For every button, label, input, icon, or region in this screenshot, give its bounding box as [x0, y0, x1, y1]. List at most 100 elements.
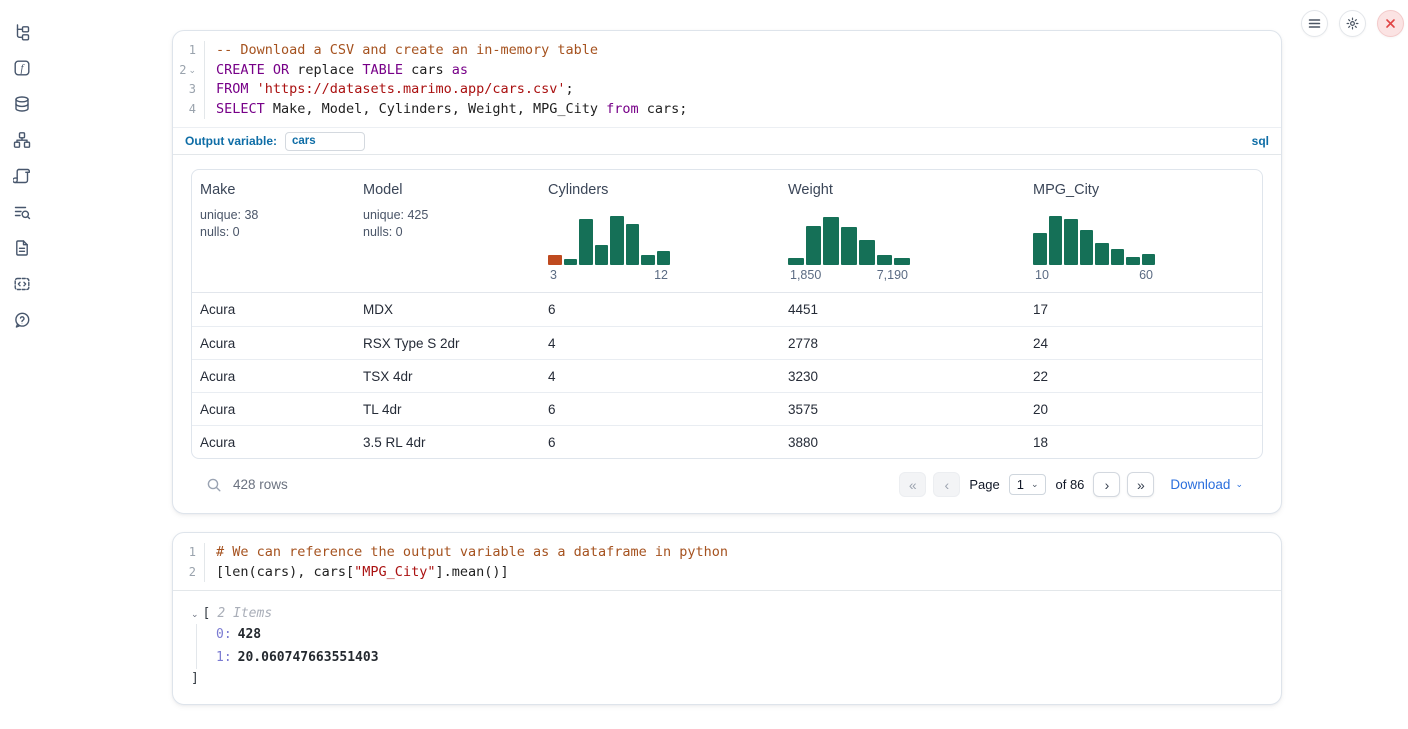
list-item: 0:428	[216, 624, 1265, 647]
python-cell: 1# We can reference the output variable …	[172, 532, 1282, 705]
histogram-bar	[626, 224, 640, 265]
closing-bracket: ]	[191, 669, 1265, 688]
column-header-make[interactable]: Make unique: 38 nulls: 0	[192, 170, 355, 292]
table-row[interactable]: AcuraTL 4dr6357520	[192, 392, 1262, 425]
help-icon[interactable]	[13, 311, 31, 329]
table-cell: Acura	[192, 435, 355, 450]
histogram-bar	[1095, 243, 1109, 265]
sql-code-editor[interactable]: 1-- Download a CSV and create an in-memo…	[173, 31, 1281, 127]
column-histogram: 1,8507,190	[788, 213, 910, 282]
menu-icon[interactable]	[1301, 10, 1328, 37]
histogram-bar	[579, 219, 593, 265]
table-row[interactable]: Acura3.5 RL 4dr6388018	[192, 425, 1262, 458]
code-line[interactable]: 3FROM 'https://datasets.marimo.app/cars.…	[173, 80, 1281, 100]
documentation-icon[interactable]	[13, 239, 31, 257]
code-text: # We can reference the output variable a…	[205, 543, 728, 563]
last-page-button[interactable]: »	[1127, 472, 1154, 497]
table-cell: Acura	[192, 336, 355, 351]
histogram-bar	[1142, 254, 1156, 265]
code-line[interactable]: 1-- Download a CSV and create an in-memo…	[173, 41, 1281, 61]
histogram-bar	[1126, 257, 1140, 265]
histogram-bar	[657, 251, 671, 265]
svg-text:f: f	[21, 64, 26, 75]
row-count: 428 rows	[233, 477, 288, 492]
snippets-icon[interactable]	[13, 275, 31, 293]
histogram-axis-labels: 1,8507,190	[788, 268, 910, 282]
output-variable-label: Output variable:	[185, 134, 277, 148]
table-cell: 4	[540, 336, 780, 351]
table-cell: Acura	[192, 302, 355, 317]
histogram-bar	[1080, 230, 1094, 265]
line-number: 2⌄	[173, 61, 205, 81]
page-total-label: of 86	[1055, 477, 1084, 492]
fold-chevron-icon[interactable]: ⌄	[188, 66, 196, 75]
file-tree-icon[interactable]	[13, 23, 31, 41]
table-cell: Acura	[192, 369, 355, 384]
column-header-model[interactable]: Model unique: 425 nulls: 0	[355, 170, 540, 292]
table-cell: 17	[1025, 302, 1262, 317]
table-cell: 18	[1025, 435, 1262, 450]
table-header: Make unique: 38 nulls: 0 Model unique: 4…	[192, 170, 1262, 293]
first-page-button[interactable]: «	[899, 472, 926, 497]
table-cell: 20	[1025, 402, 1262, 417]
download-button[interactable]: Download ⌄	[1170, 477, 1243, 492]
code-line[interactable]: 1# We can reference the output variable …	[173, 543, 1281, 563]
column-header-cylinders[interactable]: Cylinders 312	[540, 170, 780, 292]
table-cell: 4451	[780, 302, 1025, 317]
histogram-bar	[1064, 219, 1078, 265]
search-icon[interactable]	[206, 477, 222, 493]
table-footer: 428 rows « ‹ Page 1 ⌄ of 86 › » Download…	[191, 459, 1263, 513]
line-number: 1	[173, 41, 205, 61]
code-text: CREATE OR replace TABLE cars as	[205, 61, 468, 81]
sql-cell-output: Make unique: 38 nulls: 0 Model unique: 4…	[173, 155, 1281, 513]
column-header-weight[interactable]: Weight 1,8507,190	[780, 170, 1025, 292]
code-text: FROM 'https://datasets.marimo.app/cars.c…	[205, 80, 574, 100]
column-histogram: 1060	[1033, 213, 1155, 282]
function-icon[interactable]: f	[13, 59, 31, 77]
histogram-bar	[894, 258, 910, 265]
table-row[interactable]: AcuraRSX Type S 2dr4277824	[192, 326, 1262, 359]
database-icon[interactable]	[13, 95, 31, 113]
output-variable-input[interactable]	[285, 132, 365, 151]
tree-body: 0:428 1:20.060747663551403	[196, 624, 1265, 669]
column-stats: unique: 425 nulls: 0	[363, 207, 532, 241]
table-row[interactable]: AcuraTSX 4dr4323022	[192, 359, 1262, 392]
table-row[interactable]: AcuraMDX6445117	[192, 293, 1262, 326]
next-page-button[interactable]: ›	[1093, 472, 1120, 497]
code-line[interactable]: 2⌄CREATE OR replace TABLE cars as	[173, 61, 1281, 81]
code-text: SELECT Make, Model, Cylinders, Weight, M…	[205, 100, 687, 120]
python-code-editor[interactable]: 1# We can reference the output variable …	[173, 533, 1281, 590]
line-number: 4	[173, 100, 205, 120]
column-histogram: 312	[548, 213, 670, 282]
python-cell-output: ⌄ [ 2 Items 0:428 1:20.060747663551403 ]	[173, 590, 1281, 704]
column-stats: unique: 38 nulls: 0	[200, 207, 347, 241]
scratchpad-icon[interactable]	[13, 167, 31, 185]
histogram-bar	[595, 245, 609, 265]
histogram-bar	[1111, 249, 1125, 265]
sql-cell: 1-- Download a CSV and create an in-memo…	[172, 30, 1282, 514]
histogram-bar	[610, 216, 624, 265]
line-number: 1	[173, 543, 205, 563]
table-cell: MDX	[355, 302, 540, 317]
page-select[interactable]: 1 ⌄	[1009, 474, 1047, 495]
histogram-bar	[877, 255, 893, 265]
settings-gear-icon[interactable]	[1339, 10, 1366, 37]
close-x-icon[interactable]	[1377, 10, 1404, 37]
pagination: « ‹ Page 1 ⌄ of 86 › »	[899, 472, 1154, 497]
output-variable-row: Output variable: sql	[173, 127, 1281, 155]
prev-page-button[interactable]: ‹	[933, 472, 960, 497]
histogram-bar	[859, 240, 875, 265]
histogram-bar	[788, 258, 804, 265]
code-text: [len(cars), cars["MPG_City"].mean()]	[205, 563, 509, 583]
histogram-axis-labels: 1060	[1033, 268, 1155, 282]
table-cell: 24	[1025, 336, 1262, 351]
chevron-down-icon: ⌄	[1235, 480, 1243, 489]
code-line[interactable]: 2[len(cars), cars["MPG_City"].mean()]	[173, 563, 1281, 583]
column-header-mpg-city[interactable]: MPG_City 1060	[1025, 170, 1262, 292]
logs-search-icon[interactable]	[13, 203, 31, 221]
code-line[interactable]: 4SELECT Make, Model, Cylinders, Weight, …	[173, 100, 1281, 120]
table-cell: Acura	[192, 402, 355, 417]
table-cell: 22	[1025, 369, 1262, 384]
dependency-graph-icon[interactable]	[13, 131, 31, 149]
tree-root[interactable]: ⌄ [ 2 Items	[191, 604, 1265, 624]
